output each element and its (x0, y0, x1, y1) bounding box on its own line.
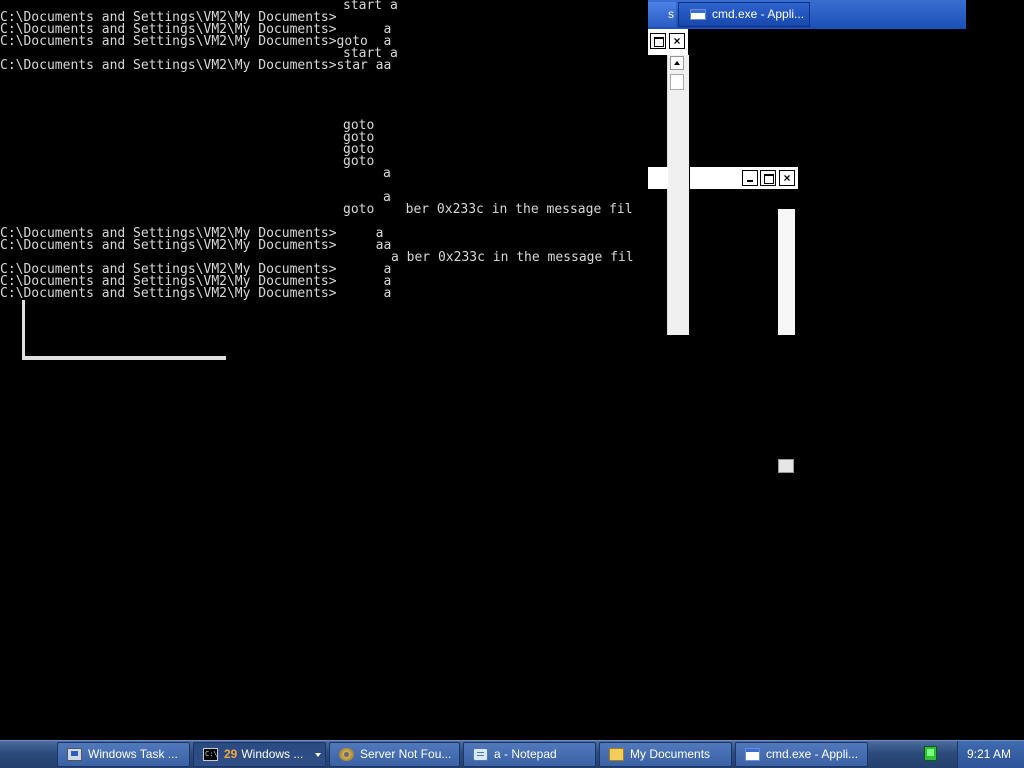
taskbar-button-server-not-found[interactable]: Server Not Fou... (329, 742, 460, 767)
taskbar-button-cmd[interactable]: cmd.exe - Appli... (735, 742, 868, 767)
taskbar-button-label: Windows ... (241, 747, 304, 761)
maximize-button[interactable] (650, 33, 666, 49)
minimize-button[interactable] (742, 170, 758, 186)
console-line: a (383, 166, 391, 181)
console-line: C:\Documents and Settings\VM2\My Documen… (0, 286, 392, 301)
taskbar-button-windows-group[interactable]: C:\ 29 Windows ... (193, 742, 326, 767)
console-line: C:\Documents and Settings\VM2\My Documen… (0, 58, 392, 73)
chevron-down-icon (315, 753, 321, 757)
taskbar-button-label: My Documents (630, 747, 711, 761)
group-count-badge: 29 (224, 747, 238, 761)
task-manager-icon (67, 748, 82, 761)
console-window[interactable]: start a C:\Documents and Settings\VM2\My… (0, 0, 1024, 740)
maximize-button-2[interactable] (760, 170, 776, 186)
console-line: goto ber 0x233c in the message fil (343, 202, 633, 217)
console-line: start a (343, 0, 398, 13)
taskbar-button-label: Server Not Fou... (360, 747, 452, 761)
console-line: C:\Documents and Settings\VM2\My Documen… (0, 238, 392, 253)
notepad-icon (473, 748, 488, 761)
taskbar-button-label: a - Notepad (494, 747, 557, 761)
cmd-icon: C:\ (203, 748, 218, 761)
taskbar-button-label: cmd.exe - Appli... (766, 747, 859, 761)
console-line: a ber 0x233c in the message fil (391, 250, 634, 265)
stray-taskbar-fragment: s cmd.exe - Appli... (648, 0, 966, 29)
taskbar-button-label: Windows Task ... (88, 747, 178, 761)
close-button-2[interactable]: × (779, 170, 795, 186)
rendering-artifact (22, 300, 226, 360)
clock: 9:21 AM (966, 747, 1012, 761)
folder-icon (609, 748, 624, 761)
fragment-task-button[interactable]: cmd.exe - Appli... (678, 2, 810, 27)
network-icon[interactable] (924, 746, 937, 761)
taskbar: Windows Task ... C:\ 29 Windows ... Serve… (0, 740, 1024, 768)
clock-area[interactable]: 9:21 AM (957, 741, 1024, 768)
browser-icon (339, 748, 354, 761)
fragment-task-label: cmd.exe - Appli... (712, 7, 805, 21)
scrollbar[interactable] (667, 55, 689, 335)
system-tray (918, 741, 948, 768)
window-edge-fragment (778, 209, 795, 335)
console-line: C:\Documents and Settings\VM2\My Documen… (0, 34, 392, 49)
taskbar-button-my-documents[interactable]: My Documents (599, 742, 732, 767)
window-icon (690, 9, 706, 20)
close-button[interactable]: × (669, 33, 685, 49)
window-titlebar-fragment-2 (648, 167, 668, 189)
console-line: goto (343, 154, 375, 169)
scroll-up-button[interactable] (670, 56, 684, 70)
taskbar-button-task-manager[interactable]: Windows Task ... (57, 742, 190, 767)
scroll-thumb[interactable] (670, 74, 684, 90)
taskbar-button-notepad[interactable]: a - Notepad (463, 742, 596, 767)
fragment-text: s (648, 2, 676, 27)
stray-box-fragment (778, 459, 794, 473)
window-icon (745, 748, 760, 761)
